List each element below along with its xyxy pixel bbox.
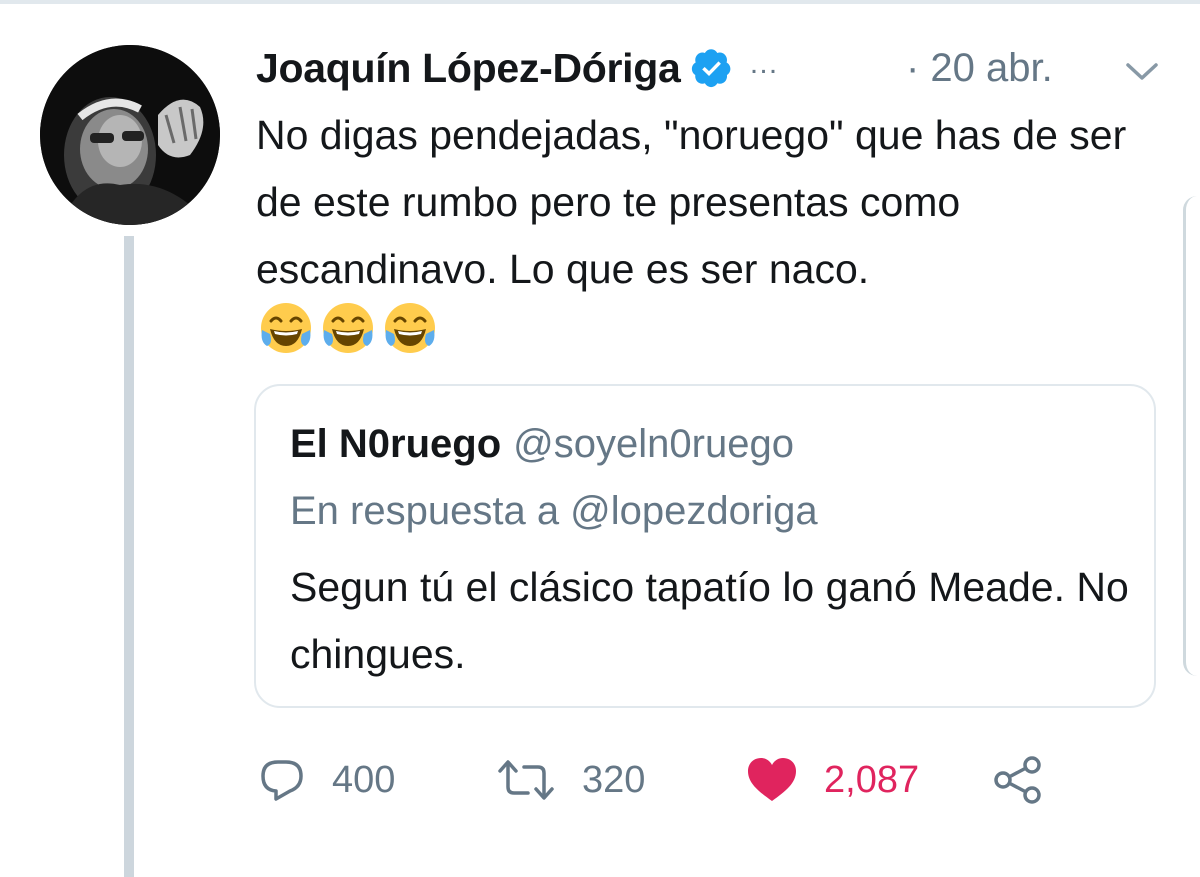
tears-of-joy-emoji-icon (261, 303, 311, 353)
tears-of-joy-emoji-icon (323, 303, 373, 353)
heart-icon (748, 758, 796, 801)
verified-badge-icon (691, 47, 733, 89)
quoted-tweet-card[interactable]: El N0ruego @soyeln0ruego En respuesta a @… (254, 384, 1156, 708)
reply-button[interactable]: 400 (258, 748, 395, 812)
tweet-date[interactable]: · 20 abr. (906, 40, 1053, 96)
thread-line (124, 236, 134, 877)
chevron-down-icon[interactable] (1124, 56, 1160, 86)
quoted-tweet-text: Segun tú el clásico tapatío lo ganó Mead… (290, 564, 1129, 677)
share-icon (994, 756, 1041, 804)
like-count: 2,087 (824, 758, 920, 801)
retweet-button[interactable]: 320 (496, 748, 645, 812)
tweet-screen: Joaquín López-Dóriga … · 20 abr. No diga… (0, 0, 1200, 877)
share-button[interactable] (992, 748, 1044, 812)
emoji-row (258, 300, 438, 356)
tears-of-joy-emoji-icon (385, 303, 435, 353)
next-card-edge (1183, 196, 1200, 676)
quoted-reply-context: En respuesta a @lopezdoriga (290, 489, 818, 533)
top-divider (0, 0, 1200, 4)
quoted-author-name: El N0ruego (290, 422, 502, 466)
retweet-count: 320 (582, 758, 646, 801)
retweet-icon (498, 760, 554, 800)
like-button[interactable]: 2,087 (746, 748, 919, 812)
avatar-photo (40, 45, 220, 225)
reply-icon (261, 760, 303, 801)
more-indicator: … (748, 47, 779, 80)
quoted-author-handle: @soyeln0ruego (513, 422, 794, 466)
tweet-header: Joaquín López-Dóriga … (256, 40, 779, 96)
reply-count: 400 (332, 758, 396, 801)
quoted-tweet-header: El N0ruego @soyeln0ruego (290, 422, 794, 467)
tweet-text: No digas pendejadas, "noruego" que has d… (256, 112, 1127, 292)
avatar[interactable] (40, 45, 220, 225)
tweet-actions: 400 320 2,087 (258, 748, 1078, 812)
author-name[interactable]: Joaquín López-Dóriga (256, 45, 681, 92)
